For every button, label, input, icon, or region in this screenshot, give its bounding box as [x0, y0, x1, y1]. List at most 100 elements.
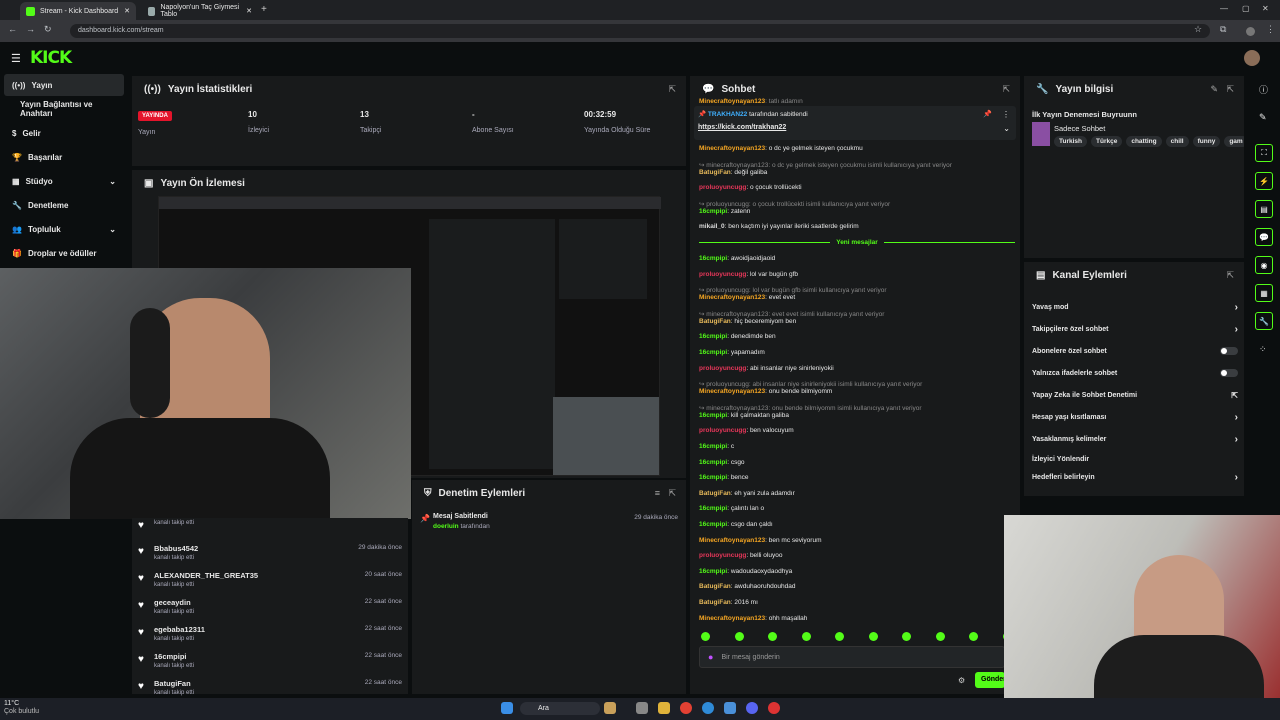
- more-options-icon[interactable]: ⋮: [1002, 110, 1010, 119]
- taskbar-search[interactable]: Ara: [520, 702, 600, 715]
- popout-icon[interactable]: ⇱: [668, 84, 676, 95]
- chat-settings-icon[interactable]: ⚙: [958, 676, 965, 685]
- pinned-link[interactable]: https://kick.com/trakhan22: [698, 124, 786, 131]
- toggle-switch[interactable]: [1220, 347, 1238, 355]
- edit-icon[interactable]: ✎: [1259, 112, 1267, 123]
- chat-username[interactable]: 16cmpipi: [699, 568, 727, 575]
- discord-icon[interactable]: [746, 702, 758, 714]
- browser-menu-icon[interactable]: ⋮: [1266, 24, 1275, 35]
- send-button[interactable]: Gönder: [975, 672, 1005, 688]
- rail-button-broadcast[interactable]: ◉: [1255, 256, 1273, 274]
- chat-username[interactable]: proluoyuncugg: [699, 365, 746, 372]
- emote-icon[interactable]: [801, 632, 811, 641]
- chat-username[interactable]: mikail_0: [699, 223, 725, 230]
- chat-username[interactable]: 16cmpipi: [699, 255, 727, 262]
- chat-username[interactable]: BatugiFan: [699, 318, 731, 325]
- close-tab-icon[interactable]: ✕: [124, 7, 130, 15]
- url-input[interactable]: dashboard.kick.com/stream: [70, 24, 1210, 38]
- chat-username[interactable]: Minecraftoynayan123: [699, 537, 765, 544]
- sidebar-item-community[interactable]: 👥 Topluluk ⌄: [4, 218, 124, 240]
- chat-username[interactable]: 16cmpipi: [699, 443, 727, 450]
- channel-action-row[interactable]: İzleyici Yönlendir: [1032, 452, 1238, 466]
- chat-username[interactable]: Minecraftoynayan123: [699, 98, 765, 105]
- file-explorer-icon[interactable]: [658, 702, 670, 714]
- follower-name[interactable]: geceaydin: [154, 598, 194, 607]
- new-tab-icon[interactable]: +: [261, 4, 267, 15]
- chat-username[interactable]: proluoyuncugg: [699, 552, 746, 559]
- channel-action-row[interactable]: Takipçilere özel sohbet ›: [1032, 322, 1238, 336]
- channel-action-row[interactable]: Yalnızca ifadelerle sohbet: [1032, 366, 1238, 380]
- tag[interactable]: funny: [1192, 136, 1221, 147]
- chat-username[interactable]: BatugiFan: [699, 169, 731, 176]
- chat-username[interactable]: 16cmpipi: [699, 349, 727, 356]
- sidebar-item-revenue[interactable]: $ Gelir: [4, 122, 124, 144]
- emote-icon[interactable]: [734, 632, 744, 641]
- edge-icon[interactable]: [702, 702, 714, 714]
- emote-icon[interactable]: [868, 632, 878, 641]
- mail-icon[interactable]: [724, 702, 736, 714]
- sidebar-item-stream-key[interactable]: Yayın Bağlantısı ve Anahtarı: [4, 98, 124, 120]
- tag[interactable]: chill: [1165, 136, 1189, 147]
- chat-username[interactable]: BatugiFan: [699, 583, 731, 590]
- follower-name[interactable]: BatugiFan: [154, 679, 194, 688]
- pinned-username[interactable]: TRAKHAN22: [708, 111, 747, 118]
- tag[interactable]: gam: [1224, 136, 1244, 147]
- popout-icon[interactable]: ⇱: [1226, 84, 1234, 95]
- sidebar-item-achievements[interactable]: 🏆 Başarılar: [4, 146, 124, 168]
- tag[interactable]: Türkçe: [1091, 136, 1123, 147]
- rail-button-channel[interactable]: ▦: [1255, 284, 1273, 302]
- chat-username[interactable]: 16cmpipi: [699, 333, 727, 340]
- chat-username[interactable]: Minecraftoynayan123: [699, 145, 765, 152]
- toggle-switch[interactable]: [1220, 369, 1238, 377]
- popout-icon[interactable]: ⇱: [1226, 270, 1234, 281]
- tag[interactable]: chatting: [1126, 136, 1162, 147]
- chat-username[interactable]: 16cmpipi: [699, 459, 727, 466]
- follower-name[interactable]: egebaba12311: [154, 625, 205, 634]
- emote-picker-icon[interactable]: ●: [708, 652, 713, 662]
- sidebar-item-studio[interactable]: ▦ Stüdyo ⌄: [4, 170, 124, 192]
- taskview-icon[interactable]: [636, 702, 648, 714]
- popout-icon[interactable]: ⇱: [668, 488, 676, 499]
- hamburger-menu-icon[interactable]: ☰: [11, 52, 21, 65]
- channel-action-row[interactable]: Yapay Zeka ile Sohbet Denetimi ⇱: [1032, 388, 1238, 402]
- channel-action-row[interactable]: Abonelere özel sohbet: [1032, 344, 1238, 358]
- chat-username[interactable]: 16cmpipi: [699, 208, 727, 215]
- channel-action-row[interactable]: Yasaklanmış kelimeler ›: [1032, 432, 1238, 446]
- chrome-icon[interactable]: [680, 702, 692, 714]
- emote-icon[interactable]: [768, 632, 777, 641]
- rail-button-chat[interactable]: 💬: [1255, 228, 1273, 246]
- follower-name[interactable]: ALEXANDER_THE_GREAT35: [154, 571, 258, 580]
- bookmark-star-icon[interactable]: ☆: [1194, 24, 1202, 35]
- chat-username[interactable]: 16cmpipi: [699, 521, 727, 528]
- obs-icon[interactable]: [768, 702, 780, 714]
- chat-username[interactable]: Minecraftoynayan123: [699, 388, 765, 395]
- reload-icon[interactable]: ↻: [44, 24, 52, 35]
- windows-start-icon[interactable]: [501, 702, 513, 714]
- emote-icon[interactable]: [902, 632, 911, 641]
- apps-icon[interactable]: ⁘: [1259, 344, 1267, 355]
- follower-name[interactable]: 16cmpipi: [154, 652, 194, 661]
- channel-action-row[interactable]: Yavaş mod ›: [1032, 300, 1238, 314]
- chat-username[interactable]: proluoyuncugg: [699, 427, 746, 434]
- taskbar-widget-icon[interactable]: [604, 702, 616, 714]
- chat-username[interactable]: Minecraftoynayan123: [699, 615, 765, 622]
- emote-icon[interactable]: [969, 632, 978, 641]
- rail-button-2[interactable]: ⚡: [1255, 172, 1273, 190]
- browser-tab[interactable]: Napolyon'un Taç Giymesi Tablo ✕: [142, 2, 258, 20]
- chat-username[interactable]: proluoyuncugg: [699, 271, 746, 278]
- chat-username[interactable]: proluoyuncugg: [699, 184, 746, 191]
- chevron-down-icon[interactable]: ⌄: [1003, 124, 1010, 133]
- chat-username[interactable]: BatugiFan: [699, 490, 731, 497]
- channel-action-row[interactable]: Hesap yaşı kısıtlaması ›: [1032, 410, 1238, 424]
- info-icon[interactable]: ⓘ: [1259, 83, 1268, 96]
- filter-icon[interactable]: ≡: [655, 488, 660, 498]
- kick-logo[interactable]: KICK: [30, 48, 72, 68]
- rail-button-3[interactable]: ▤: [1255, 200, 1273, 218]
- unpin-icon[interactable]: 📌: [983, 110, 992, 118]
- back-icon[interactable]: ←: [8, 24, 17, 34]
- chat-username[interactable]: 16cmpipi: [699, 474, 727, 481]
- close-tab-icon[interactable]: ✕: [246, 7, 252, 15]
- forward-icon[interactable]: →: [26, 24, 35, 34]
- browser-tab-active[interactable]: Stream - Kick Dashboard ✕: [20, 2, 136, 20]
- moderator-name[interactable]: doerluin: [433, 523, 459, 530]
